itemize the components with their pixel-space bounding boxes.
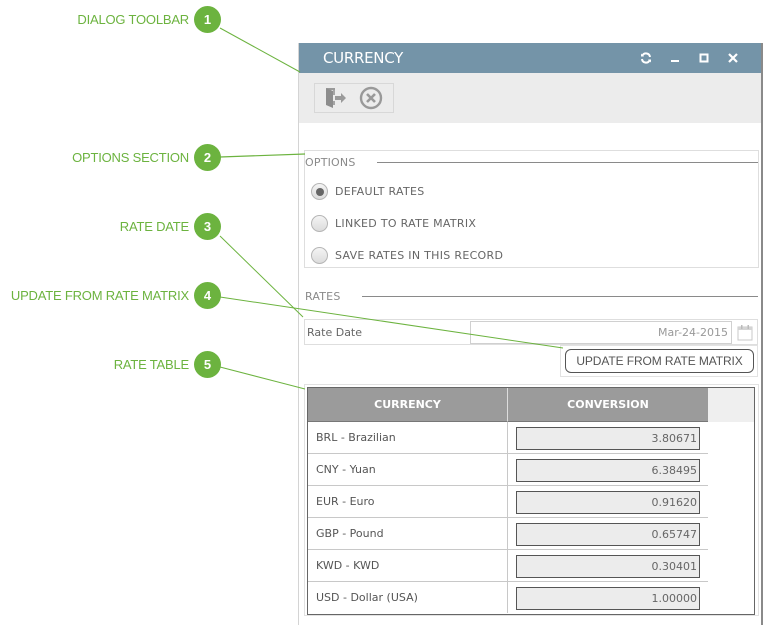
radio-linked-to-rate-matrix[interactable]: LINKED TO RATE MATRIX [311,215,476,232]
currency-dialog: CURRENCY OPTIONS DEFAULT RATES LINKED TO… [298,43,763,625]
exit-door-icon [326,88,346,108]
table-row: KWD - KWD [308,550,708,582]
radio-label: DEFAULT RATES [335,185,425,198]
update-button-container: UPDATE FROM RATE MATRIX [560,345,758,377]
currency-cell: GBP - Pound [308,518,508,549]
options-section: OPTIONS DEFAULT RATES LINKED TO RATE MAT… [304,150,759,268]
dialog-title: CURRENCY [323,49,403,67]
radio-button-selected[interactable] [311,183,328,200]
options-heading: OPTIONS [305,156,758,169]
callout-number-badge: 2 [194,144,221,171]
refresh-icon[interactable] [631,43,660,73]
window-controls [631,43,747,73]
cancel-button[interactable] [358,85,384,111]
leader-line-2 [219,153,306,158]
currency-cell: EUR - Euro [308,486,508,517]
currency-cell: CNY - Yuan [308,454,508,485]
table-row: BRL - Brazilian [308,422,708,454]
conversion-input[interactable] [516,427,700,450]
toolbar-button-group [314,83,394,113]
rate-table-container: CURRENCY CONVERSION BRL - Brazilian CNY … [304,384,759,616]
conversion-input[interactable] [516,523,700,546]
radio-button[interactable] [311,247,328,264]
options-heading-rule [376,162,758,163]
rates-heading-label: RATES [305,290,341,303]
dialog-toolbar [299,73,761,123]
table-row: CNY - Yuan [308,454,708,486]
rate-date-label: Rate Date [307,325,363,339]
options-heading-label: OPTIONS [305,156,356,169]
leader-line-3 [219,235,304,318]
leader-line-5 [219,366,306,390]
calendar-icon[interactable] [736,323,754,341]
rate-table: CURRENCY CONVERSION BRL - Brazilian CNY … [307,387,755,615]
radio-label: LINKED TO RATE MATRIX [335,217,477,230]
conversion-input[interactable] [516,555,700,578]
rate-date-input[interactable] [470,321,732,344]
rates-heading-rule [361,296,758,297]
maximize-icon[interactable] [689,43,718,73]
callout-number-badge: 1 [194,6,221,33]
callout-label: RATE TABLE [113,357,190,372]
close-icon[interactable] [718,43,747,73]
column-header-currency[interactable]: CURRENCY [308,388,508,422]
callout-label: UPDATE FROM RATE MATRIX [10,288,189,303]
table-row: USD - Dollar (USA) [308,582,708,614]
column-header-conversion[interactable]: CONVERSION [508,388,708,422]
callout-number-badge: 5 [194,351,221,378]
radio-save-rates-in-this-record[interactable]: SAVE RATES IN THIS RECORD [311,247,503,264]
minimize-icon[interactable] [660,43,689,73]
rates-heading: RATES [305,290,758,303]
currency-cell: KWD - KWD [308,550,508,581]
conversion-input[interactable] [516,587,700,610]
radio-button[interactable] [311,215,328,232]
exit-button[interactable] [322,85,348,111]
radio-label: SAVE RATES IN THIS RECORD [335,249,504,262]
radio-default-rates[interactable]: DEFAULT RATES [311,183,425,200]
dialog-titlebar[interactable]: CURRENCY [299,43,761,73]
callout-label: DIALOG TOOLBAR [77,12,189,27]
currency-cell: BRL - Brazilian [308,422,508,453]
callout-number-badge: 3 [194,213,221,240]
conversion-input[interactable] [516,459,700,482]
callout-number-badge: 4 [194,282,221,309]
update-from-rate-matrix-button[interactable]: UPDATE FROM RATE MATRIX [565,349,754,373]
conversion-input[interactable] [516,491,700,514]
callout-label: OPTIONS SECTION [72,150,189,165]
currency-cell: USD - Dollar (USA) [308,582,508,613]
table-header: CURRENCY CONVERSION [308,388,754,422]
cancel-circle-x-icon [359,86,383,110]
callout-label: RATE DATE [119,219,189,234]
table-row: EUR - Euro [308,486,708,518]
table-row: GBP - Pound [308,518,708,550]
rate-date-row: Rate Date [304,319,758,345]
leader-line-1 [219,27,301,73]
